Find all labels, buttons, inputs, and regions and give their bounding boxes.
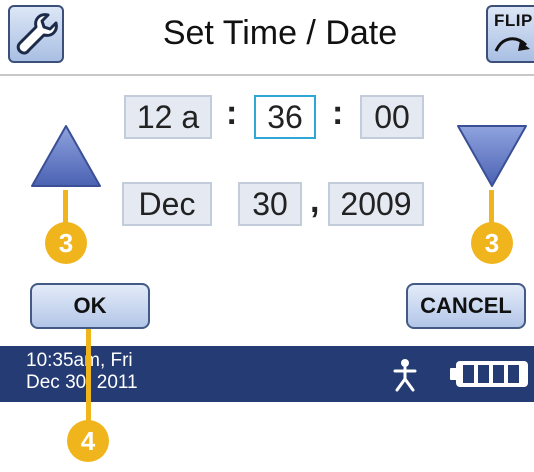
time-separator: : <box>226 94 238 132</box>
header-divider <box>0 74 534 76</box>
callout-line <box>86 329 91 423</box>
callout-line <box>489 190 494 224</box>
settings-button[interactable] <box>8 5 64 63</box>
second-field[interactable]: 00 <box>360 95 424 139</box>
year-field[interactable]: 2009 <box>328 182 424 226</box>
cancel-button[interactable]: CANCEL <box>406 283 526 329</box>
status-time: 10:35am, Fri <box>26 350 133 371</box>
month-field[interactable]: Dec <box>122 182 212 226</box>
battery-icon <box>450 361 528 387</box>
callout-badge: 3 <box>45 222 87 264</box>
status-date: Dec 30, 2011 <box>26 372 138 393</box>
pump-screen: Set Time / Date FLIP 12 a : 36 : 00 Dec … <box>0 0 534 402</box>
date-comma: , <box>310 182 320 220</box>
status-bar: 10:35am, Fri Dec 30, 2011 <box>0 346 534 402</box>
header: Set Time / Date FLIP <box>0 0 534 76</box>
callout-badge: 3 <box>471 222 513 264</box>
up-arrow-button[interactable] <box>28 122 104 190</box>
minute-field[interactable]: 36 <box>254 95 316 139</box>
flip-label: FLIP <box>494 11 533 30</box>
flip-button[interactable]: FLIP <box>486 5 534 63</box>
wrench-icon <box>16 13 58 55</box>
down-arrow-button[interactable] <box>454 122 530 190</box>
time-separator: : <box>332 94 344 132</box>
callout-badge: 4 <box>67 420 109 462</box>
callout-line <box>63 190 68 224</box>
flip-arrow-icon <box>494 37 530 52</box>
person-icon <box>393 359 417 392</box>
hour-field[interactable]: 12 a <box>124 95 212 139</box>
day-field[interactable]: 30 <box>238 182 302 226</box>
page-title: Set Time / Date <box>162 14 398 52</box>
ok-button[interactable]: OK <box>30 283 150 329</box>
